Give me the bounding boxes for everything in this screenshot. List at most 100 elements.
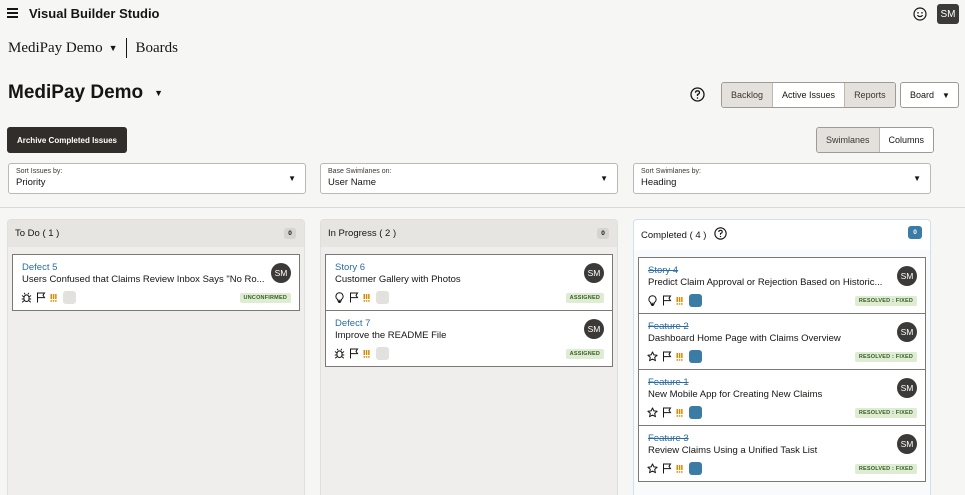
select-value: User Name [328,177,377,188]
smiley-icon[interactable] [913,7,927,21]
bug-icon [334,348,345,359]
column-title: To Do ( 1 ) [15,228,60,239]
tab-active-issues[interactable]: Active Issues [772,83,845,107]
app-title[interactable]: Visual Builder Studio [29,6,160,21]
view-switcher: Backlog Active Issues Reports [721,82,896,108]
assignee-avatar[interactable]: SM [897,434,917,454]
flag-icon[interactable] [662,295,672,306]
board-select[interactable]: Board ▼ [900,82,959,108]
issue-card[interactable]: Defect 7 Improve the README File SM ASSIGNE… [325,310,613,367]
chevron-down-icon[interactable]: ▼ [154,88,163,98]
flag-icon[interactable] [349,348,359,359]
issue-title: Dashboard Home Page with Claims Overview [648,333,841,344]
issue-card[interactable]: Feature 1 New Mobile App for Creating New… [638,369,926,426]
column-header: To Do ( 1 ) 0 [8,220,304,247]
star-icon [647,407,658,418]
column-count-badge: 0 [597,228,609,239]
issue-card[interactable]: Feature 2 Dashboard Home Page with Claims… [638,313,926,370]
issue-card[interactable]: Story 4 Predict Claim Approval or Rejecti… [638,257,926,314]
color-swatch[interactable] [689,406,702,419]
help-icon[interactable] [690,87,705,102]
assignee-avatar[interactable]: SM [897,266,917,286]
card-icons [21,291,76,304]
star-icon [647,463,658,474]
card-icons [334,347,389,360]
color-swatch[interactable] [376,291,389,304]
project-switcher[interactable]: MediPay Demo [8,40,103,57]
chevron-down-icon[interactable]: ▼ [109,43,118,53]
issue-key-link[interactable]: Feature 1 [648,377,689,388]
chevron-down-icon: ▼ [913,174,921,183]
archive-completed-button[interactable]: Archive Completed Issues [7,127,127,153]
column-in-progress: In Progress ( 2 ) 0 Story 6 Customer Gall… [320,219,618,495]
assignee-avatar[interactable]: SM [897,322,917,342]
hamburger-icon[interactable] [7,8,18,18]
issue-card[interactable]: Story 6 Customer Gallery with Photos SM ASS… [325,254,613,311]
priority-icon[interactable] [363,292,370,303]
tab-backlog[interactable]: Backlog [722,83,773,107]
card-icons [647,350,702,363]
color-swatch[interactable] [689,350,702,363]
sort-issues-select[interactable]: Sort Issues by: Priority ▼ [8,163,306,194]
sort-swimlanes-select[interactable]: Sort Swimlanes by: Heading ▼ [633,163,931,194]
card-list: Story 4 Predict Claim Approval or Rejecti… [634,250,930,482]
chevron-down-icon: ▼ [288,174,296,183]
card-list: Story 6 Customer Gallery with Photos SM ASS… [321,247,617,367]
column-count-badge: 0 [908,226,922,239]
tab-reports[interactable]: Reports [844,83,895,107]
issue-key-link[interactable]: Defect 7 [335,318,370,329]
user-avatar[interactable]: SM [937,4,959,24]
status-badge: RESOLVED : FIXED [854,352,917,362]
color-swatch[interactable] [376,347,389,360]
color-swatch[interactable] [689,462,702,475]
priority-icon[interactable] [363,348,370,359]
assignee-avatar[interactable]: SM [584,319,604,339]
page-title-text[interactable]: MediPay Demo [8,82,143,104]
assignee-avatar[interactable]: SM [897,378,917,398]
status-badge: UNCONFIRMED [239,293,291,303]
assignee-avatar[interactable]: SM [584,263,604,283]
flag-icon[interactable] [662,407,672,418]
columns-toggle[interactable]: Columns [878,128,934,152]
color-swatch[interactable] [689,294,702,307]
priority-icon[interactable] [50,292,57,303]
divider [0,207,965,208]
issue-key-link[interactable]: Story 6 [335,262,365,273]
flag-icon[interactable] [36,292,46,303]
issue-title: Customer Gallery with Photos [335,274,461,285]
column-completed: Completed ( 4 ) 0 Story 4 Predict Claim A… [633,219,931,495]
priority-icon[interactable] [676,407,683,418]
flag-icon[interactable] [662,463,672,474]
swimlanes-toggle[interactable]: Swimlanes [817,128,879,152]
priority-icon[interactable] [676,295,683,306]
priority-icon[interactable] [676,351,683,362]
issue-key-link[interactable]: Defect 5 [22,262,57,273]
issue-key-link[interactable]: Feature 3 [648,433,689,444]
issue-card[interactable]: Defect 5 Users Confused that Claims Revie… [12,254,300,311]
breadcrumb-separator [125,38,127,58]
flag-icon[interactable] [662,351,672,362]
issue-title: New Mobile App for Creating New Claims [648,389,823,400]
card-icons [647,294,702,307]
page-title[interactable]: MediPay Demo ▼ [8,82,163,104]
issue-key-link[interactable]: Story 4 [648,265,678,276]
breadcrumb-page: Boards [135,39,179,56]
priority-icon[interactable] [676,463,683,474]
base-swimlanes-select[interactable]: Base Swimlanes on: User Name ▼ [320,163,618,194]
card-list: Defect 5 Users Confused that Claims Revie… [8,247,304,311]
chevron-down-icon: ▼ [600,174,608,183]
issue-card[interactable]: Feature 3 Review Claims Using a Unified T… [638,425,926,482]
card-icons [647,406,702,419]
color-swatch[interactable] [63,291,76,304]
top-bar: Visual Builder Studio SM [0,0,965,30]
issue-title: Users Confused that Claims Review Inbox … [22,274,265,285]
column-todo: To Do ( 1 ) 0 Defect 5 Users Confused tha… [7,219,305,495]
status-badge: ASSIGNED [565,293,604,303]
bug-icon [21,292,32,303]
column-count-badge: 0 [284,228,296,239]
flag-icon[interactable] [349,292,359,303]
issue-key-link[interactable]: Feature 2 [648,321,689,332]
status-badge: RESOLVED : FIXED [854,464,917,474]
assignee-avatar[interactable]: SM [271,263,291,283]
help-icon[interactable] [714,226,728,240]
